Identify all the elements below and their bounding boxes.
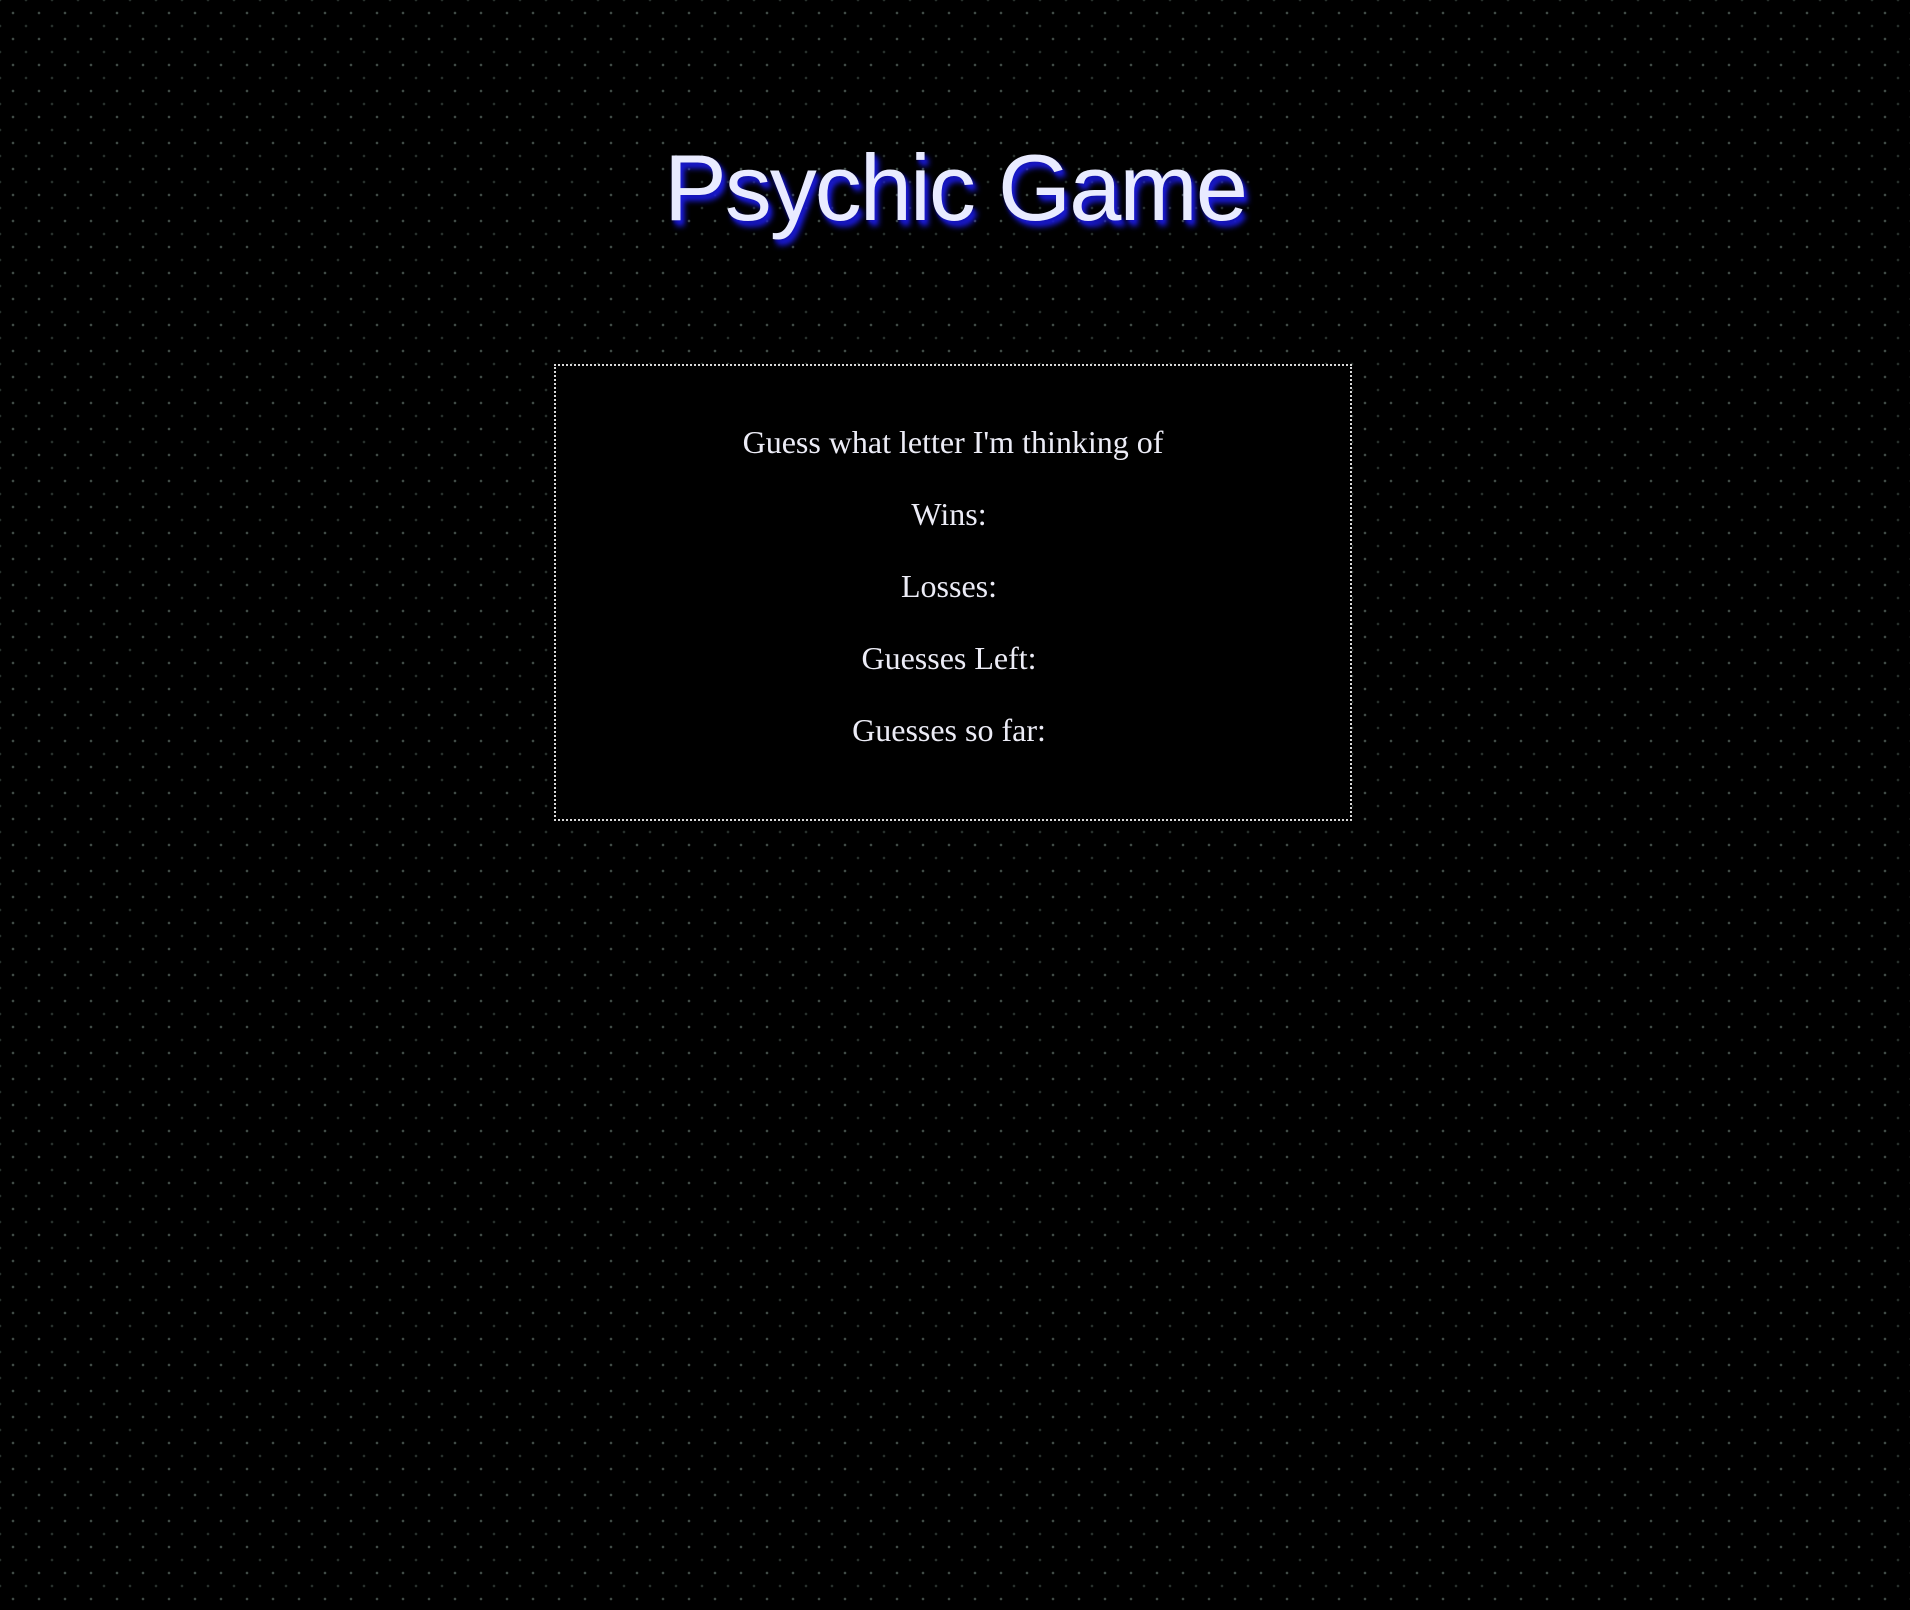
game-panel: Guess what letter I'm thinking of Wins: … — [554, 364, 1352, 821]
wins-label: Wins: — [911, 496, 987, 532]
losses-row: Losses: — [556, 566, 1350, 606]
guesses-left-row: Guesses Left: — [556, 638, 1350, 678]
game-prompt: Guess what letter I'm thinking of — [742, 424, 1164, 460]
losses-label: Losses: — [901, 568, 997, 604]
guesses-so-far-row: Guesses so far: — [556, 710, 1350, 750]
guesses-left-label: Guesses Left: — [861, 640, 1037, 676]
page-title: Psychic Game — [664, 135, 1248, 240]
wins-row: Wins: — [556, 494, 1350, 534]
guesses-so-far-label: Guesses so far: — [852, 712, 1046, 748]
